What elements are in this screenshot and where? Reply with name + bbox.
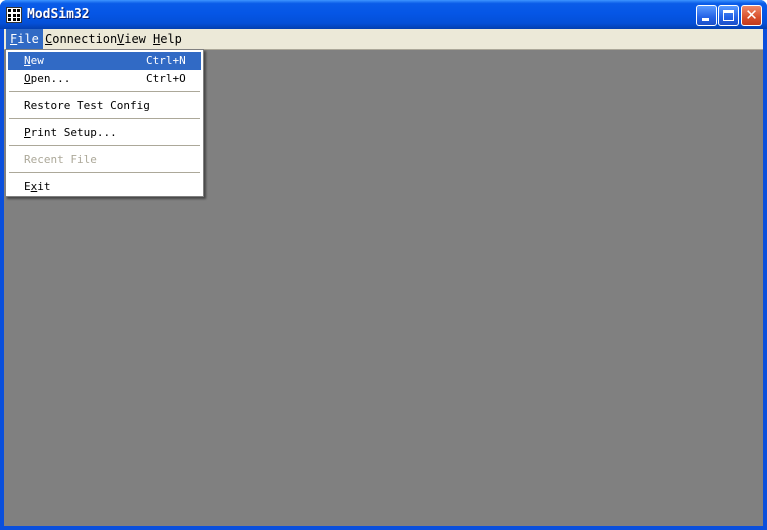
menu-item-print-setup-label: Print Setup...: [24, 126, 117, 139]
menu-separator: [9, 145, 200, 146]
maximize-button[interactable]: [718, 5, 739, 26]
menu-item-restore-test-config[interactable]: Restore Test Config: [8, 97, 201, 115]
menu-item-open-accel: Ctrl+O: [146, 72, 186, 85]
menu-connection-rest: onnection: [52, 32, 118, 46]
menu-item-new-accel: Ctrl+N: [146, 54, 186, 67]
window-bottom-border: [0, 526, 767, 530]
menu-item-open[interactable]: Open... Ctrl+O: [8, 70, 201, 88]
maximize-icon: [723, 10, 734, 21]
menu-separator: [9, 118, 200, 119]
menu-item-new[interactable]: New Ctrl+N: [8, 52, 201, 70]
close-icon: ✕: [745, 6, 758, 24]
menu-item-restore-label: Restore Test Config: [24, 99, 150, 112]
close-button[interactable]: ✕: [741, 5, 762, 26]
file-menu-dropdown: New Ctrl+N Open... Ctrl+O Restore Test C…: [5, 49, 204, 197]
menu-file-rest: ile: [17, 32, 39, 46]
menu-bar: File Connection View Help: [4, 29, 763, 49]
menu-view-rest: iew: [124, 32, 146, 46]
menu-item-recent-file-label: Recent File: [24, 153, 97, 166]
window-title: ModSim32: [27, 7, 90, 22]
menu-item-recent-file: Recent File: [8, 151, 201, 169]
menu-help-rest: elp: [160, 32, 182, 46]
menu-view[interactable]: View: [113, 29, 150, 49]
menu-item-print-setup[interactable]: Print Setup...: [8, 124, 201, 142]
menu-item-open-label: Open...: [24, 72, 71, 85]
menu-separator: [9, 91, 200, 92]
minimize-icon: [702, 18, 709, 21]
title-bar[interactable]: ModSim32 ✕: [0, 0, 767, 29]
minimize-button[interactable]: [696, 5, 717, 26]
menu-connection[interactable]: Connection: [41, 29, 121, 49]
menu-file[interactable]: File: [6, 29, 43, 49]
menu-item-exit-label: Exit: [24, 180, 51, 193]
menu-help[interactable]: Help: [149, 29, 186, 49]
menu-item-new-label: New: [24, 54, 44, 67]
menu-item-exit[interactable]: Exit: [8, 178, 201, 196]
app-grid-icon[interactable]: [6, 7, 22, 23]
menu-separator: [9, 172, 200, 173]
